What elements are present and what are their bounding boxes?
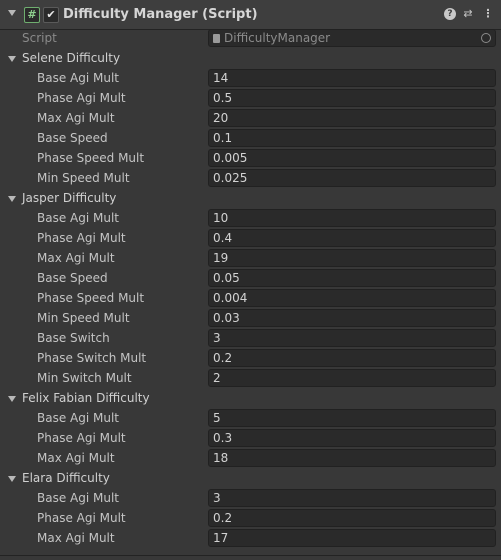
value-field[interactable]: 0.2 xyxy=(208,509,496,527)
field-row: Min Speed Mult 0.025 xyxy=(0,168,501,188)
field-label: Base Agi Mult xyxy=(37,411,120,425)
field-row: Base Speed 0.05 xyxy=(0,268,501,288)
group-title: Jasper Difficulty xyxy=(22,191,117,205)
field-label: Max Agi Mult xyxy=(37,251,115,265)
group-header[interactable]: Selene Difficulty xyxy=(0,48,501,68)
value-field[interactable]: 0.03 xyxy=(208,309,496,327)
field-row: Phase Agi Mult 0.2 xyxy=(0,508,501,528)
value-field[interactable]: 0.3 xyxy=(208,429,496,447)
field-label: Phase Speed Mult xyxy=(37,291,145,305)
field-row: Phase Agi Mult 0.3 xyxy=(0,428,501,448)
field-label: Phase Agi Mult xyxy=(37,511,126,525)
field-row: Base Speed 0.1 xyxy=(0,128,501,148)
value-field[interactable]: 18 xyxy=(208,449,496,467)
value-field[interactable]: 3 xyxy=(208,329,496,347)
value-field[interactable]: 20 xyxy=(208,109,496,127)
field-label: Min Switch Mult xyxy=(37,371,132,385)
value-field[interactable]: 0.5 xyxy=(208,89,496,107)
field-label: Base Switch xyxy=(37,331,110,345)
bottom-divider xyxy=(0,555,501,556)
more-icon[interactable]: ⋮ xyxy=(482,8,494,20)
enabled-checkbox[interactable]: ✔ xyxy=(43,7,59,23)
field-row: Min Speed Mult 0.03 xyxy=(0,308,501,328)
field-label: Phase Speed Mult xyxy=(37,151,145,165)
value-field[interactable]: 5 xyxy=(208,409,496,427)
script-field[interactable]: DifficultyManager xyxy=(208,29,496,47)
foldout-arrow-icon[interactable] xyxy=(8,396,16,402)
component-header: # ✔ Difficulty Manager (Script) ? ⇄ ⋮ xyxy=(0,0,501,30)
field-row: Phase Agi Mult 0.5 xyxy=(0,88,501,108)
value-field[interactable]: 0.005 xyxy=(208,149,496,167)
component-title: Difficulty Manager (Script) xyxy=(63,7,258,22)
group-title: Selene Difficulty xyxy=(22,51,121,65)
foldout-arrow-icon[interactable] xyxy=(8,56,16,62)
field-label: Min Speed Mult xyxy=(37,311,130,325)
group-header[interactable]: Elara Difficulty xyxy=(0,468,501,488)
script-value: DifficultyManager xyxy=(224,31,331,45)
field-label: Max Agi Mult xyxy=(37,451,115,465)
object-picker-icon[interactable] xyxy=(481,33,491,43)
field-row: Phase Speed Mult 0.004 xyxy=(0,288,501,308)
field-row: Phase Agi Mult 0.4 xyxy=(0,228,501,248)
foldout-arrow-icon[interactable] xyxy=(8,476,16,482)
field-label: Base Agi Mult xyxy=(37,211,120,225)
group-title: Felix Fabian Difficulty xyxy=(22,391,150,405)
value-field[interactable]: 10 xyxy=(208,209,496,227)
field-row: Max Agi Mult 18 xyxy=(0,448,501,468)
value-field[interactable]: 0.1 xyxy=(208,129,496,147)
script-row: Script DifficultyManager xyxy=(0,28,501,48)
presets-icon[interactable]: ⇄ xyxy=(462,8,474,20)
group-title: Elara Difficulty xyxy=(22,471,110,485)
field-row: Phase Switch Mult 0.2 xyxy=(0,348,501,368)
field-row: Base Switch 3 xyxy=(0,328,501,348)
field-row: Base Agi Mult 5 xyxy=(0,408,501,428)
value-field[interactable]: 0.004 xyxy=(208,289,496,307)
value-field[interactable]: 2 xyxy=(208,369,496,387)
group-header[interactable]: Jasper Difficulty xyxy=(0,188,501,208)
field-label: Base Speed xyxy=(37,131,108,145)
value-field[interactable]: 3 xyxy=(208,489,496,507)
script-label: Script xyxy=(22,31,57,45)
field-label: Max Agi Mult xyxy=(37,111,115,125)
foldout-arrow-icon[interactable] xyxy=(8,196,16,202)
field-label: Phase Agi Mult xyxy=(37,431,126,445)
value-field[interactable]: 0.2 xyxy=(208,349,496,367)
field-row: Max Agi Mult 19 xyxy=(0,248,501,268)
field-row: Max Agi Mult 17 xyxy=(0,528,501,548)
value-field[interactable]: 0.05 xyxy=(208,269,496,287)
field-row: Base Agi Mult 14 xyxy=(0,68,501,88)
field-label: Phase Agi Mult xyxy=(37,231,126,245)
group-header[interactable]: Felix Fabian Difficulty xyxy=(0,388,501,408)
field-label: Base Speed xyxy=(37,271,108,285)
field-label: Phase Switch Mult xyxy=(37,351,147,365)
field-row: Min Switch Mult 2 xyxy=(0,368,501,388)
value-field[interactable]: 0.4 xyxy=(208,229,496,247)
value-field[interactable]: 14 xyxy=(208,69,496,87)
field-row: Max Agi Mult 20 xyxy=(0,108,501,128)
field-label: Base Agi Mult xyxy=(37,491,120,505)
script-file-icon xyxy=(213,34,220,43)
field-label: Min Speed Mult xyxy=(37,171,130,185)
foldout-arrow-icon[interactable] xyxy=(8,10,16,16)
field-row: Base Agi Mult 10 xyxy=(0,208,501,228)
help-icon[interactable]: ? xyxy=(444,8,456,20)
field-label: Phase Agi Mult xyxy=(37,91,126,105)
field-label: Max Agi Mult xyxy=(37,531,115,545)
field-row: Base Agi Mult 3 xyxy=(0,488,501,508)
script-icon: # xyxy=(24,7,40,23)
value-field[interactable]: 17 xyxy=(208,529,496,547)
value-field[interactable]: 19 xyxy=(208,249,496,267)
field-label: Base Agi Mult xyxy=(37,71,120,85)
value-field[interactable]: 0.025 xyxy=(208,169,496,187)
field-row: Phase Speed Mult 0.005 xyxy=(0,148,501,168)
